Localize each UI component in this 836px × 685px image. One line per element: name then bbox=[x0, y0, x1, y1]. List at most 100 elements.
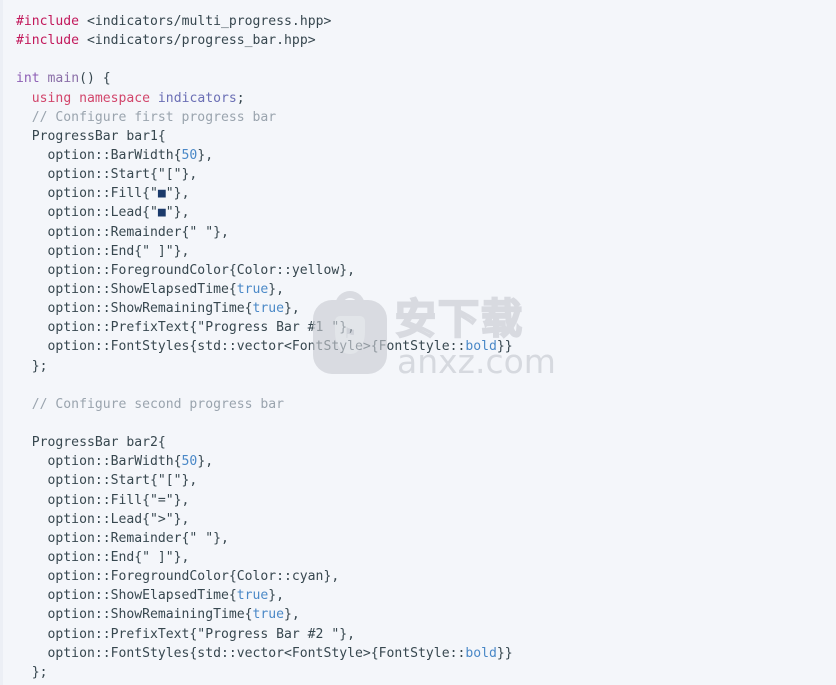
code-token-plain: option::ShowElapsedTime{ bbox=[16, 588, 237, 604]
code-token-plain: option::FontStyles{std::vector<FontStyle… bbox=[16, 339, 466, 355]
code-token-sq: ■ bbox=[157, 205, 166, 221]
code-token-plain: }, bbox=[284, 607, 300, 623]
code-token-pre: #include bbox=[16, 14, 80, 29]
code-token-plain: option::ForegroundColor{Color::yellow}, bbox=[16, 262, 355, 278]
code-line: option::FontStyles{std::vector<FontStyle… bbox=[16, 337, 836, 356]
code-token-plain: option::ShowRemainingTime{ bbox=[16, 607, 253, 623]
code-token-plain: option::Lead{">"}, bbox=[16, 511, 190, 527]
code-line: option::PrefixText{"Progress Bar #1 "}, bbox=[16, 318, 836, 337]
code-token-bool: true bbox=[252, 301, 285, 317]
code-line: option::ForegroundColor{Color::yellow}, bbox=[16, 261, 836, 280]
code-token-plain: option::Start{"["}, bbox=[16, 167, 198, 183]
code-line: option::Start{"["}, bbox=[16, 165, 836, 184]
code-token-plain: }, bbox=[197, 147, 214, 163]
code-line: option::Fill{"="}, bbox=[16, 491, 836, 510]
code-line: option::ShowRemainingTime{true}, bbox=[16, 299, 836, 318]
code-line: option::BarWidth{50}, bbox=[16, 146, 836, 165]
code-token-plain: "}, bbox=[165, 186, 190, 202]
code-line: #include <indicators/multi_progress.hpp> bbox=[16, 12, 836, 31]
code-token-bool: true bbox=[236, 281, 269, 297]
code-token-kw: using namespace bbox=[31, 90, 151, 106]
code-line: }; bbox=[16, 663, 836, 682]
code-token-plain: option::PrefixText{"Progress Bar #1 "}, bbox=[16, 320, 355, 336]
code-token-plain: option::ShowElapsedTime{ bbox=[16, 281, 237, 297]
code-token-plain: option::Remainder{" "}, bbox=[16, 530, 229, 546]
code-line: option::Lead{"■"}, bbox=[16, 203, 836, 222]
code-token-plain: ProgressBar bar2{ bbox=[16, 435, 166, 451]
code-token-plain: option::End{" ]"}, bbox=[16, 549, 190, 565]
code-token-plain: option::End{" ]"}, bbox=[16, 243, 190, 259]
code-content[interactable]: #include <indicators/multi_progress.hpp>… bbox=[3, 0, 836, 682]
code-line: option::Lead{">"}, bbox=[16, 510, 836, 529]
code-line: option::ShowRemainingTime{true}, bbox=[16, 605, 836, 624]
code-token-plain: option::BarWidth{ bbox=[16, 454, 182, 470]
code-line: option::BarWidth{50}, bbox=[16, 452, 836, 471]
code-token-plain: option::ShowRemainingTime{ bbox=[16, 301, 253, 317]
code-line: option::PrefixText{"Progress Bar #2 "}, bbox=[16, 625, 836, 644]
code-token-plain: option::Fill{" bbox=[16, 186, 158, 202]
code-line: option::ForegroundColor{Color::cyan}, bbox=[16, 567, 836, 586]
code-line: option::ShowElapsedTime{true}, bbox=[16, 280, 836, 299]
code-token-plain: }, bbox=[284, 301, 300, 317]
code-token-sq: ■ bbox=[157, 186, 166, 202]
code-token-plain: option::BarWidth{ bbox=[16, 147, 182, 163]
code-line: // Configure first progress bar bbox=[16, 108, 836, 127]
code-token-plain: }} bbox=[496, 339, 513, 355]
code-token-plain: }, bbox=[197, 454, 214, 470]
code-token-num: 50 bbox=[181, 454, 198, 470]
code-token-header: <indicators/multi_progress.hpp> bbox=[86, 14, 332, 29]
code-line: option::Start{"["}, bbox=[16, 471, 836, 490]
code-token-plain: }, bbox=[268, 588, 285, 604]
code-token-plain: option::Lead{" bbox=[16, 205, 158, 221]
code-line: option::FontStyles{std::vector<FontStyle… bbox=[16, 644, 836, 663]
code-line: ProgressBar bar2{ bbox=[16, 433, 836, 452]
code-token-plain: option::ForegroundColor{Color::cyan}, bbox=[16, 569, 340, 585]
code-token-plain: () { bbox=[79, 71, 111, 87]
code-token-plain: option::Start{"["}, bbox=[16, 473, 198, 489]
code-token-plain: ; bbox=[236, 90, 245, 106]
code-token-plain: option::Fill{"="}, bbox=[16, 492, 190, 508]
code-line: // Configure second progress bar bbox=[16, 395, 836, 414]
code-token-plain: }} bbox=[496, 645, 513, 661]
code-line: }; bbox=[16, 357, 836, 376]
code-token-plain: ProgressBar bar1{ bbox=[16, 128, 166, 144]
code-viewer: #include <indicators/multi_progress.hpp>… bbox=[0, 0, 836, 685]
code-token-bool: bold bbox=[465, 339, 497, 355]
code-token-ns: indicators bbox=[157, 90, 237, 106]
code-line: using namespace indicators; bbox=[16, 89, 836, 108]
code-token-plain: "}, bbox=[165, 205, 190, 221]
code-token-bool: true bbox=[236, 588, 269, 604]
code-token-comment: // Configure second progress bar bbox=[16, 396, 285, 412]
code-token-type: int bbox=[16, 71, 40, 87]
code-line: option::End{" ]"}, bbox=[16, 548, 836, 567]
code-token-bool: true bbox=[252, 607, 285, 623]
code-line: #include <indicators/progress_bar.hpp> bbox=[16, 31, 836, 50]
code-token-fn: main bbox=[47, 71, 80, 87]
code-line: option::ShowElapsedTime{true}, bbox=[16, 586, 836, 605]
code-line: option::Remainder{" "}, bbox=[16, 223, 836, 242]
code-token-num: 50 bbox=[181, 147, 198, 163]
code-line: option::End{" ]"}, bbox=[16, 242, 836, 261]
code-token-pre: #include bbox=[16, 33, 80, 49]
code-token-plain: option::Remainder{" "}, bbox=[16, 224, 229, 240]
code-line: int main() { bbox=[16, 69, 836, 88]
code-token-header: <indicators/progress_bar.hpp> bbox=[86, 33, 316, 49]
code-token-plain: }, bbox=[268, 281, 285, 297]
code-line: ProgressBar bar1{ bbox=[16, 127, 836, 146]
code-token-plain: option::PrefixText{"Progress Bar #2 "}, bbox=[16, 626, 355, 642]
code-line: option::Fill{"■"}, bbox=[16, 184, 836, 203]
code-token-plain: }; bbox=[16, 664, 48, 680]
code-token-comment: // Configure first progress bar bbox=[16, 109, 277, 125]
code-token-plain: option::FontStyles{std::vector<FontStyle… bbox=[16, 645, 466, 661]
code-token-bool: bold bbox=[465, 645, 497, 661]
code-line: option::Remainder{" "}, bbox=[16, 529, 836, 548]
code-token-plain: }; bbox=[16, 358, 48, 374]
